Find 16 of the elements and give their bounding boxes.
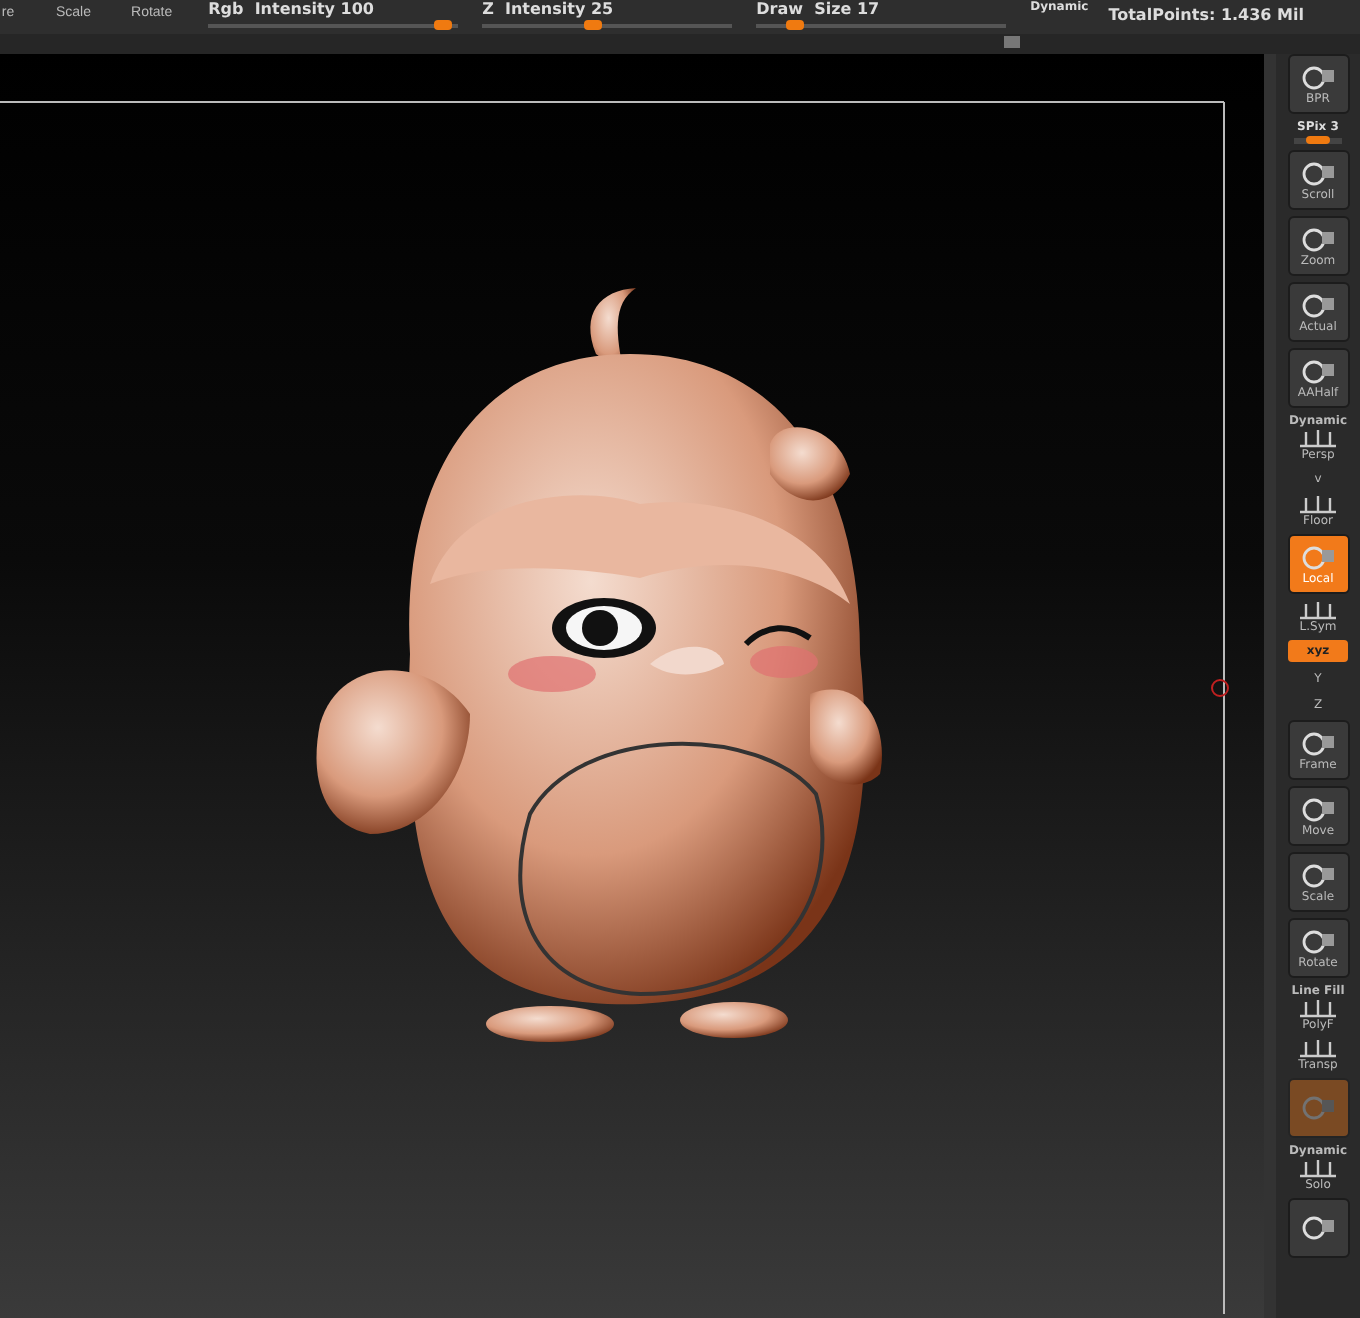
- slider-thumb[interactable]: [786, 20, 805, 30]
- scrollbar-handle[interactable]: [1004, 36, 1020, 48]
- intensity-slider[interactable]: Rgb Intensity 100: [208, 0, 459, 28]
- slider-thumb[interactable]: [1306, 136, 1330, 144]
- grid-icon: [1298, 998, 1338, 1018]
- slider-label: Draw Size 17: [756, 0, 882, 20]
- total-points: TotalPoints: 1.436 Mil: [1108, 6, 1304, 24]
- slider-label: Rgb Intensity 100: [208, 0, 376, 20]
- intensity-slider[interactable]: Z Intensity 25: [482, 0, 733, 28]
- intensity-slider[interactable]: Draw Size 17: [756, 0, 1007, 28]
- slider-label: Z Intensity 25: [482, 0, 616, 20]
- pivot-marker: [1211, 679, 1229, 697]
- view-button[interactable]: [1287, 1198, 1349, 1258]
- grid-icon: [1298, 428, 1338, 448]
- slider-thumb[interactable]: [584, 20, 603, 30]
- slider-thumb[interactable]: [433, 20, 452, 30]
